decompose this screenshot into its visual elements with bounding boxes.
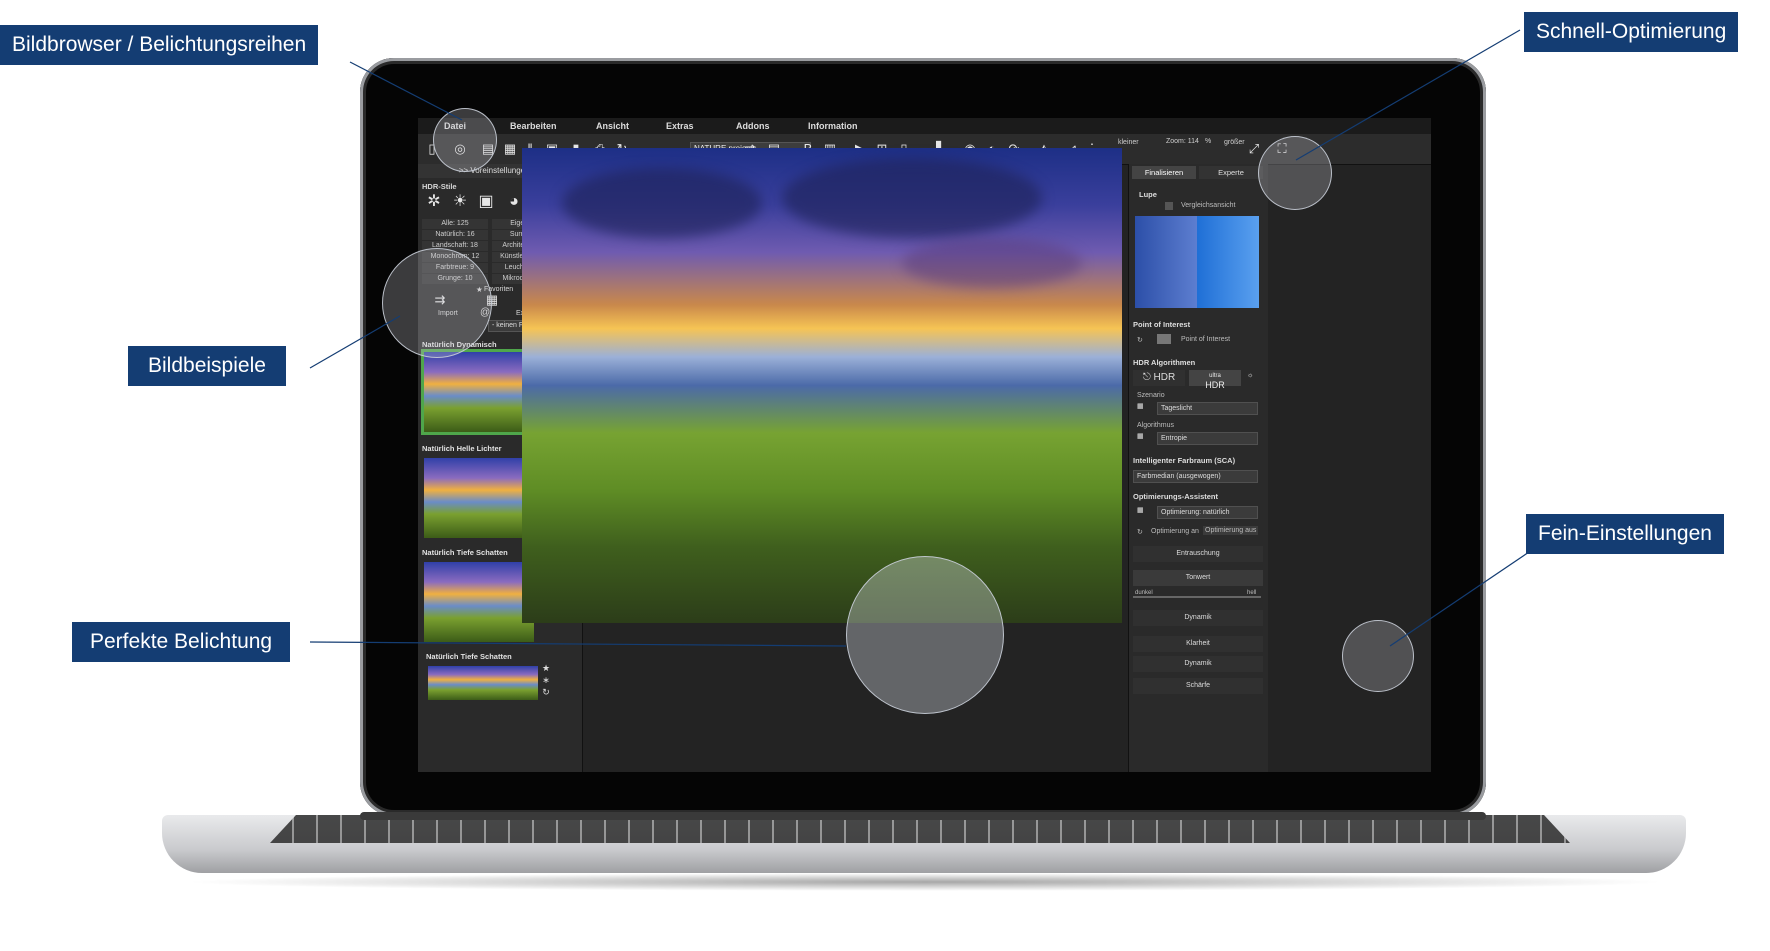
callout-perfekte-belichtung: Perfekte Belichtung xyxy=(72,622,291,662)
callout-bildbrowser: Bildbrowser / Belichtungsreihen xyxy=(0,25,319,65)
callout-bildbeispiele: Bildbeispiele xyxy=(128,346,286,386)
callout-fein-einstellungen: Fein-Einstellungen xyxy=(1526,514,1724,554)
connector-lines xyxy=(309,29,1533,647)
callout-schnell-optimierung: Schnell-Optimierung xyxy=(1524,12,1739,52)
